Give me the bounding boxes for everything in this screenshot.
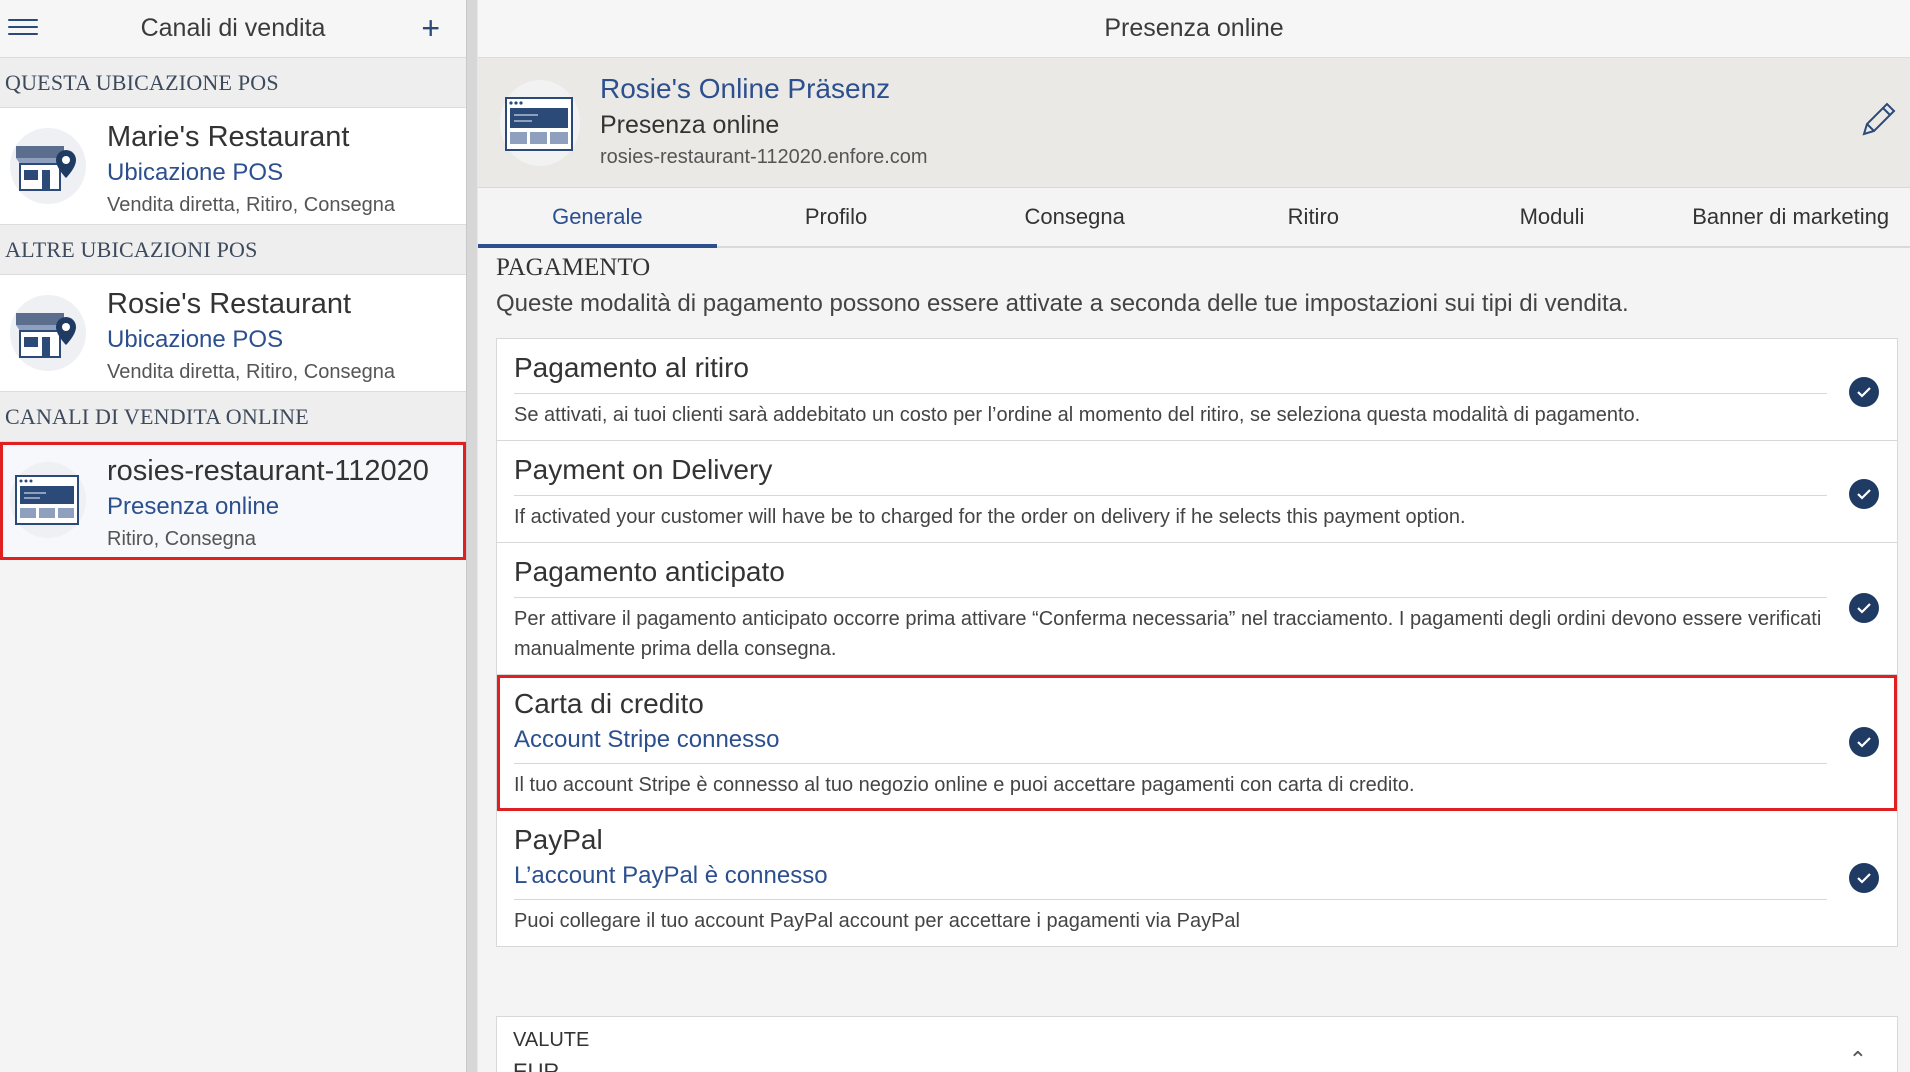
checkmark-icon[interactable] — [1849, 479, 1879, 509]
payment-method-text: If activated your customer will have be … — [514, 506, 1466, 528]
channel-type: Presenza online — [600, 111, 780, 139]
item-name: Marie's Restaurant — [107, 121, 350, 153]
tab-moduli[interactable]: Moduli — [1433, 188, 1672, 246]
section-title-other-pos: ALTRE UBICAZIONI POS — [0, 225, 466, 275]
section-title-this-pos: QUESTA UBICAZIONE POS — [0, 58, 466, 108]
payment-method-pickup: Pagamento al ritiro Se attivati, ai tuoi… — [497, 339, 1897, 441]
app-window: Canali di vendita + QUESTA UBICAZIONE PO… — [0, 0, 1910, 1072]
store-location-icon — [10, 295, 86, 371]
payment-method-text: Il tuo account Stripe è connesso al tuo … — [514, 774, 1415, 796]
checkmark-icon[interactable] — [1849, 863, 1879, 893]
checkmark-icon[interactable] — [1849, 727, 1879, 757]
chevron-up-icon: ⌃ — [1848, 1047, 1867, 1072]
item-name: rosies-restaurant-112020 — [107, 455, 429, 487]
list-item-rosies-restaurant[interactable]: Rosie's Restaurant Ubicazione POS Vendit… — [0, 275, 466, 392]
payment-method-status: Account Stripe connesso — [514, 726, 780, 753]
payment-description: Queste modalità di pagamento possono ess… — [496, 290, 1629, 317]
tab-ritiro[interactable]: Ritiro — [1194, 188, 1433, 246]
payment-method-text: Per attivare il pagamento anticipato occ… — [514, 608, 1822, 660]
channel-url: rosies-restaurant-112020.enfore.com — [600, 146, 928, 168]
menu-icon[interactable] — [8, 14, 38, 44]
list-item-maries-restaurant[interactable]: Marie's Restaurant Ubicazione POS Vendit… — [0, 108, 466, 225]
payment-method-title: Pagamento al ritiro — [514, 352, 750, 383]
panel-divider[interactable] — [466, 0, 478, 1072]
right-panel-title: Presenza online — [478, 0, 1910, 58]
payment-method-text: Puoi collegare il tuo account PayPal acc… — [514, 910, 1240, 932]
payment-method-paypal: PayPal L’account PayPal è connesso Puoi … — [497, 811, 1897, 946]
payment-method-status: L’account PayPal è connesso — [514, 862, 828, 889]
tab-bar: Generale Profilo Consegna Ritiro Moduli … — [478, 188, 1910, 248]
left-header: Canali di vendita + — [0, 0, 466, 58]
left-panel-title: Canali di vendita — [140, 14, 326, 42]
browser-window-icon — [10, 462, 86, 538]
payment-heading: PAGAMENTO — [496, 254, 651, 281]
currency-label: VALUTE — [513, 1029, 590, 1051]
item-description: Ritiro, Consegna — [107, 528, 256, 550]
item-type: Ubicazione POS — [107, 159, 284, 186]
sales-channels-panel: Canali di vendita + QUESTA UBICAZIONE PO… — [0, 0, 466, 1072]
tab-consegna[interactable]: Consegna — [955, 188, 1194, 246]
channel-title: Rosie's Online Präsenz — [600, 73, 891, 104]
payment-method-title: Carta di credito — [514, 688, 704, 719]
payment-method-title: Pagamento anticipato — [514, 556, 785, 587]
item-name: Rosie's Restaurant — [107, 288, 352, 320]
section-title-online-channels: CANALI DI VENDITA ONLINE — [0, 392, 466, 442]
tab-generale[interactable]: Generale — [478, 188, 717, 248]
online-presence-panel: Presenza online Rosie's Online Präsenz P… — [478, 0, 1910, 1072]
item-description: Vendita diretta, Ritiro, Consegna — [107, 194, 395, 216]
currency-value: EUR — [513, 1059, 560, 1072]
payment-method-title: Payment on Delivery — [514, 454, 773, 485]
payment-methods-list: Pagamento al ritiro Se attivati, ai tuoi… — [496, 338, 1898, 947]
edit-pencil-icon[interactable] — [1856, 98, 1900, 142]
item-type: Presenza online — [107, 493, 280, 520]
payment-method-credit-card: Carta di credito Account Stripe connesso… — [497, 675, 1897, 811]
item-type: Ubicazione POS — [107, 326, 284, 353]
general-tab-content: PAGAMENTO Queste modalità di pagamento p… — [478, 250, 1910, 1072]
tab-banner-marketing[interactable]: Banner di marketing — [1671, 188, 1910, 246]
payment-method-prepayment: Pagamento anticipato Per attivare il pag… — [497, 543, 1897, 675]
browser-window-icon — [500, 80, 580, 166]
list-item-online-channel[interactable]: rosies-restaurant-112020 Presenza online… — [0, 442, 466, 560]
add-channel-button[interactable]: + — [421, 10, 440, 46]
checkmark-icon[interactable] — [1849, 593, 1879, 623]
payment-method-title: PayPal — [514, 824, 603, 855]
tab-profilo[interactable]: Profilo — [717, 188, 956, 246]
store-location-icon — [10, 128, 86, 204]
payment-method-text: Se attivati, ai tuoi clienti sarà addebi… — [514, 404, 1641, 426]
payment-method-delivery: Payment on Delivery If activated your cu… — [497, 441, 1897, 543]
checkmark-icon[interactable] — [1849, 377, 1879, 407]
currency-select[interactable]: VALUTE EUR ⌃ — [496, 1016, 1898, 1072]
channel-header: Rosie's Online Präsenz Presenza online r… — [478, 58, 1910, 188]
item-description: Vendita diretta, Ritiro, Consegna — [107, 361, 395, 383]
